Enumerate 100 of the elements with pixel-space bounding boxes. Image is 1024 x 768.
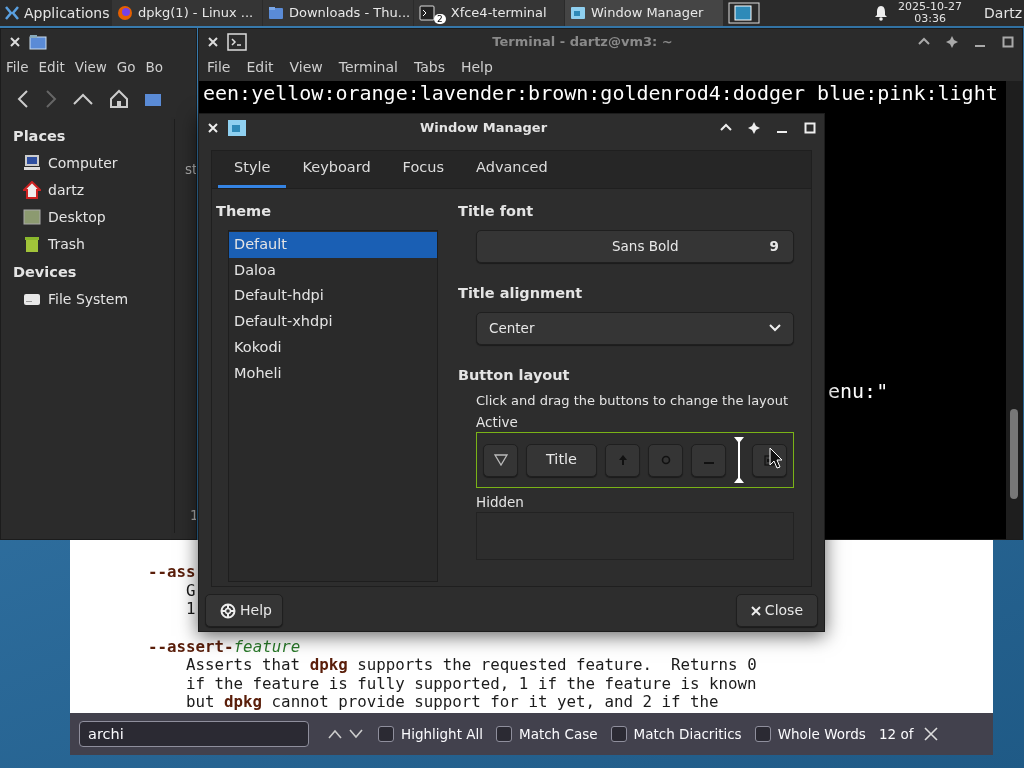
folder-icon[interactable] xyxy=(145,92,161,106)
close-button[interactable]: Close xyxy=(735,594,818,627)
browser-icon xyxy=(117,5,133,21)
sidebar-item[interactable]: dartz xyxy=(1,176,175,204)
frame-label: Active xyxy=(476,412,518,432)
menu-item[interactable]: File xyxy=(199,56,239,78)
app-menu-icon[interactable] xyxy=(4,5,20,21)
checkbox[interactable] xyxy=(378,726,394,742)
taskbar-button[interactable]: Window Manager xyxy=(565,0,723,26)
option-heading: --assert-feature xyxy=(148,637,301,656)
checkbox-label[interactable]: Match Diacritics xyxy=(633,723,742,745)
checkbox[interactable] xyxy=(496,726,512,742)
text-line: but dpkg cannot provide support for it yet, and 2 if the xyxy=(186,693,719,712)
insertion-marker xyxy=(734,437,744,483)
text-line: Asserts that dpkg supports the requested feature. Returns 0 xyxy=(186,656,757,675)
section-heading: Places xyxy=(12,127,67,146)
checkbox-label[interactable]: Whole Words xyxy=(777,723,866,745)
title-button[interactable]: Title xyxy=(526,443,597,477)
badge-count: 2 xyxy=(434,14,446,25)
sidebar-item[interactable]: Trash xyxy=(1,230,175,258)
menu-item[interactable]: File xyxy=(1,56,34,78)
menu-button[interactable] xyxy=(483,443,518,477)
menu-item[interactable]: Terminal xyxy=(330,56,406,78)
user-name[interactable]: Dartz xyxy=(984,2,1022,24)
section-label: Title font xyxy=(458,202,535,221)
workspace-icon[interactable] xyxy=(728,2,760,24)
clock[interactable]: 2025-10-27 03:36 xyxy=(898,1,963,25)
close-icon[interactable] xyxy=(9,36,21,48)
forward-icon[interactable] xyxy=(45,90,57,108)
shade-icon[interactable] xyxy=(918,36,930,46)
menu-item[interactable]: Edit xyxy=(33,56,70,78)
up-icon[interactable] xyxy=(328,729,342,739)
menu-item[interactable]: View xyxy=(69,56,112,78)
taskbar-button[interactable]: $_{2}$ Xfce4-terminal xyxy=(414,0,564,26)
section-label: Button layout xyxy=(458,365,571,385)
text-line: if the feature is fully supported, 1 if the feature is known xyxy=(186,674,757,693)
window-icon xyxy=(227,119,247,137)
scrollbar-thumb[interactable] xyxy=(1010,409,1018,499)
help-button[interactable]: Help xyxy=(205,594,283,627)
list-item[interactable]: Default-xhdpi xyxy=(229,309,437,335)
desktop-icon xyxy=(23,208,41,227)
taskbar-button[interactable]: Downloads - Thu... xyxy=(263,0,413,26)
tab[interactable]: Advanced xyxy=(460,151,564,188)
maximize-icon[interactable] xyxy=(1002,36,1014,48)
pin-icon[interactable] xyxy=(748,122,760,134)
tab[interactable]: Focus xyxy=(386,151,460,188)
close-icon xyxy=(750,605,761,616)
sidebar-item[interactable]: Desktop xyxy=(1,203,175,231)
taskbar-button[interactable]: dpkg(1) - Linux ... xyxy=(112,0,262,26)
tab[interactable]: Style xyxy=(218,151,287,188)
terminal-icon xyxy=(227,33,247,51)
dropdown[interactable]: Center xyxy=(476,311,794,345)
menu-item[interactable]: Tabs xyxy=(405,56,453,78)
list-item[interactable]: Default xyxy=(229,231,437,258)
terminal-line: een:yellow:orange:lavender:brown:goldenrod4:dodger blue:pink:light xyxy=(203,81,999,105)
applications-menu[interactable]: Applications xyxy=(24,2,110,24)
menu-item[interactable]: Go xyxy=(111,56,141,78)
folder-icon xyxy=(268,5,284,21)
list-item[interactable]: Default-hdpi xyxy=(229,283,437,309)
folder-icon xyxy=(29,34,47,50)
circle-icon xyxy=(660,455,671,465)
text-line: G xyxy=(186,581,196,600)
sidebar-item[interactable]: File System xyxy=(1,285,175,313)
up-icon[interactable] xyxy=(73,93,93,105)
list-item[interactable]: Daloa xyxy=(229,257,437,284)
section-label: Theme xyxy=(216,202,272,221)
checkbox[interactable] xyxy=(754,726,771,742)
option-heading: --ass xyxy=(148,563,196,582)
checkbox-label[interactable]: Highlight All xyxy=(401,723,483,745)
close-icon[interactable] xyxy=(207,122,219,134)
section-label: Title alignment xyxy=(458,283,584,303)
terminal-line: enu:" xyxy=(828,379,890,403)
text-line: 1 xyxy=(186,600,196,619)
match-count: 12 of xyxy=(878,724,914,744)
home-icon[interactable] xyxy=(109,89,129,109)
list-item[interactable]: Moheli xyxy=(229,360,437,387)
list-item[interactable]: Kokodi xyxy=(229,334,437,361)
checkbox-label[interactable]: Match Case xyxy=(519,723,598,745)
menu-item[interactable]: Help xyxy=(452,56,501,78)
theme-list[interactable]: Default Daloa Default-hdpi Default-xhdpi Kokodi Moheli xyxy=(228,229,438,582)
menu-item[interactable]: Edit xyxy=(238,56,282,78)
chevron-down-icon xyxy=(769,324,781,332)
close-icon[interactable] xyxy=(924,727,939,741)
search-field[interactable]: archi xyxy=(79,721,309,747)
up-arrow-icon xyxy=(617,454,628,466)
sidebar-item[interactable]: Computer xyxy=(1,149,175,177)
menu-item[interactable]: Bo xyxy=(140,56,169,78)
bell-icon[interactable] xyxy=(874,5,889,21)
close-icon[interactable] xyxy=(207,36,219,48)
tab[interactable]: Keyboard xyxy=(286,151,387,188)
down-icon[interactable] xyxy=(349,729,363,739)
font-button[interactable]: Sans Bold 9 xyxy=(476,229,794,263)
window-title: Window Manager xyxy=(418,119,549,138)
hint-text: Click and drag the buttons to change the layout xyxy=(476,392,789,411)
checkbox[interactable] xyxy=(610,726,627,742)
back-icon[interactable] xyxy=(17,90,29,108)
pin-icon[interactable] xyxy=(946,36,958,48)
window-title: Terminal - dartz@vm3: ~ xyxy=(491,33,674,52)
mouse-pointer-icon xyxy=(769,447,783,469)
menu-item[interactable]: View xyxy=(281,56,331,78)
